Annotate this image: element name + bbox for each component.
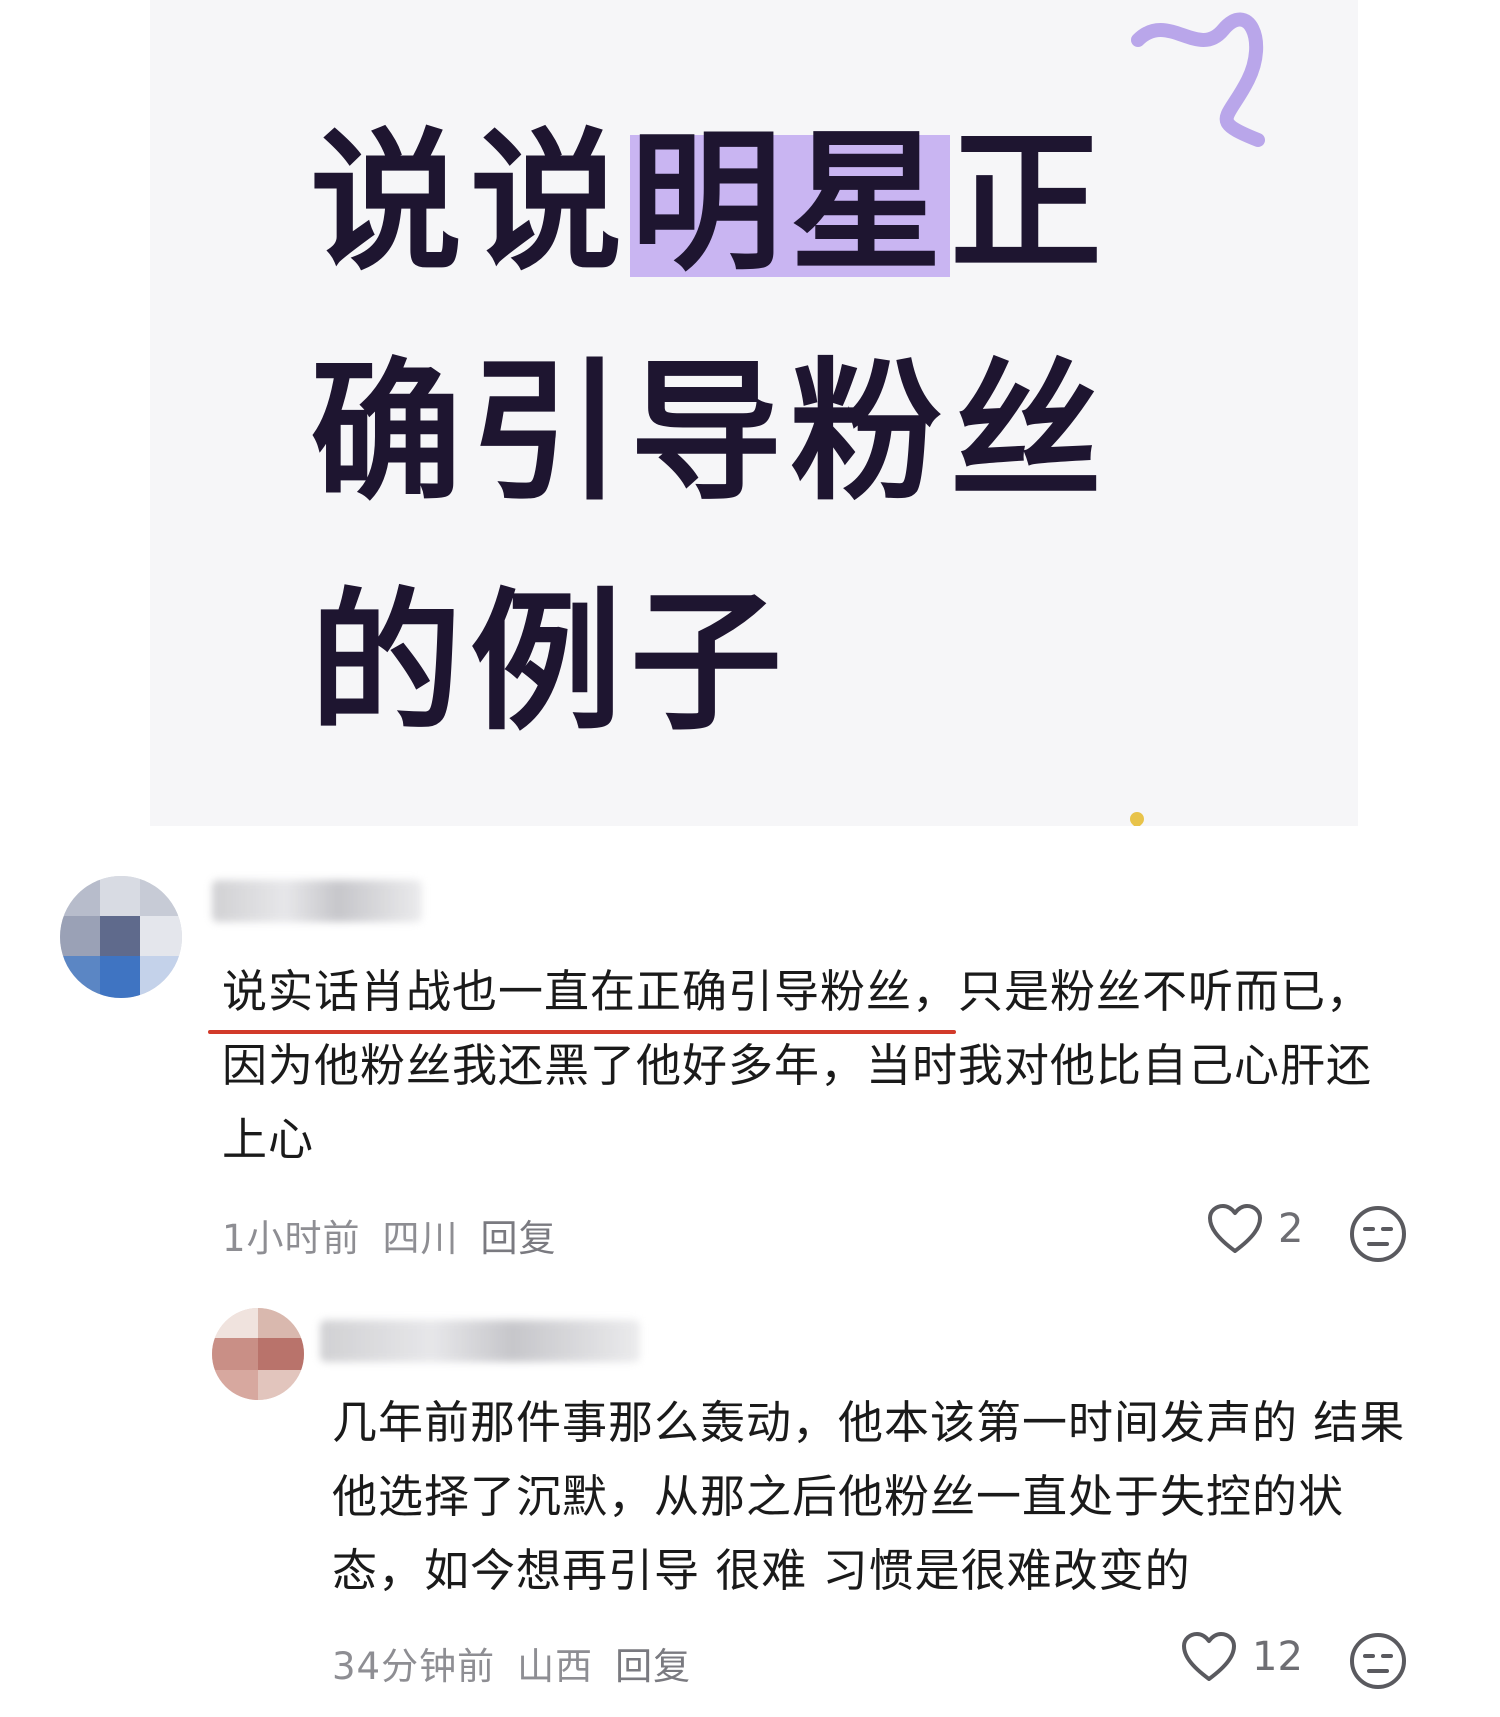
like-count: 12 [1252, 1634, 1303, 1680]
cover-highlight: 明星 [630, 114, 950, 291]
comment-time: 34分钟前 [332, 1645, 496, 1688]
comment-meta: 1小时前 四川 回复 [222, 1208, 557, 1262]
comment-meta: 34分钟前 山西 回复 [332, 1636, 691, 1690]
cover-line-2: 确引导粉丝 [310, 344, 1110, 521]
comment-location: 四川 [382, 1217, 459, 1260]
like-button[interactable]: 12 [1180, 1631, 1303, 1683]
reply-button[interactable]: 回复 [615, 1636, 691, 1690]
comment-text: 几年前那件事那么轰动，他本该第一时间发声的 结果他选择了沉默，从那之后他粉丝一直… [332, 1396, 1406, 1597]
text-underline-mark [208, 1030, 956, 1034]
cover-image: 说说明星正 确引导粉丝 的例子 [150, 0, 1358, 826]
avatar[interactable] [60, 876, 182, 998]
neutral-face-icon[interactable] [1348, 1631, 1408, 1691]
heart-outline-icon [1182, 1632, 1236, 1681]
sparkle-icon [1127, 809, 1147, 826]
reply-button[interactable]: 回复 [481, 1208, 557, 1262]
avatar[interactable] [212, 1308, 304, 1400]
cover-line-1: 说说明星正 [310, 88, 1310, 318]
cover-line-1-b: 正 [950, 114, 1110, 291]
like-count: 2 [1278, 1206, 1304, 1252]
neutral-face-icon[interactable] [1348, 1204, 1408, 1264]
username-blurred[interactable] [212, 880, 422, 922]
comment-time: 1小时前 [222, 1217, 361, 1260]
comment-text: 说实话肖战也一直在正确引导粉丝，只是粉丝不听而已，因为他粉丝我还黑了他好多年，当… [222, 965, 1373, 1166]
cover-line-3: 的例子 [310, 574, 790, 751]
like-button[interactable]: 2 [1206, 1203, 1303, 1255]
username-blurred[interactable] [320, 1320, 640, 1362]
comment-location: 山西 [517, 1645, 594, 1688]
cover-line-1-a: 说说 [310, 114, 630, 291]
heart-outline-icon [1208, 1204, 1262, 1253]
cover-title: 说说明星正 确引导粉丝 的例子 [310, 88, 1310, 778]
